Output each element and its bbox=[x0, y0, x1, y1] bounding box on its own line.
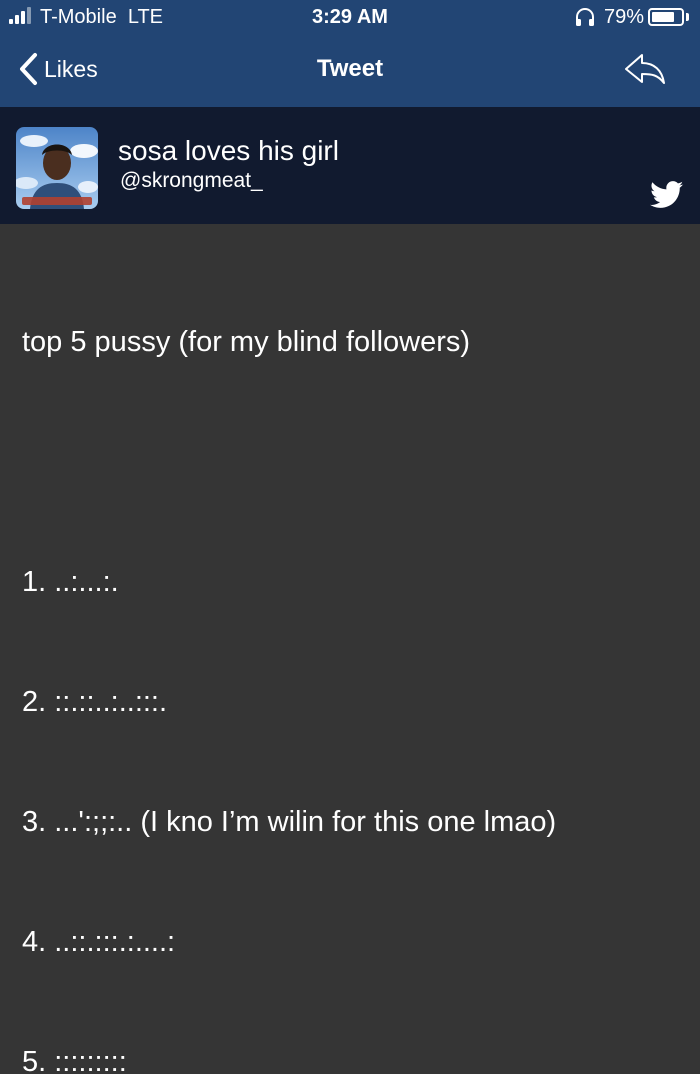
avatar[interactable] bbox=[16, 127, 98, 209]
author-name[interactable]: sosa loves his girl bbox=[118, 135, 339, 167]
tweet-line-2: 2. ::.::..:..:::. bbox=[22, 686, 168, 718]
tweet-line-3: 3. ...':;;:.. (I kno I’m wilin for this … bbox=[22, 806, 557, 838]
headphones-icon bbox=[576, 8, 594, 26]
tweet-line-1: 1. ..:...:. bbox=[22, 566, 119, 598]
battery-tip bbox=[686, 13, 689, 21]
share-icon[interactable] bbox=[620, 50, 670, 90]
status-bar: T-Mobile LTE 3:29 AM 79% bbox=[0, 0, 700, 34]
tweet-body: top 5 pussy (for my blind followers) 1. … bbox=[22, 242, 556, 1074]
nav-bar: Likes Tweet bbox=[0, 34, 700, 107]
author-handle[interactable]: @skrongmeat_ bbox=[120, 169, 263, 193]
twitter-bird-icon bbox=[650, 181, 684, 208]
page-title: Tweet bbox=[316, 55, 384, 82]
tweet-line-4: 4. ..::.:::.:....: bbox=[22, 926, 176, 958]
battery-percent: 79% bbox=[604, 6, 645, 28]
tweet-line-title: top 5 pussy (for my blind followers) bbox=[22, 326, 471, 358]
tweet-author-header: sosa loves his girl @skrongmeat_ bbox=[0, 107, 700, 224]
battery-icon bbox=[648, 8, 684, 26]
tweet-line-5: 5. ::::::::: bbox=[22, 1046, 127, 1074]
